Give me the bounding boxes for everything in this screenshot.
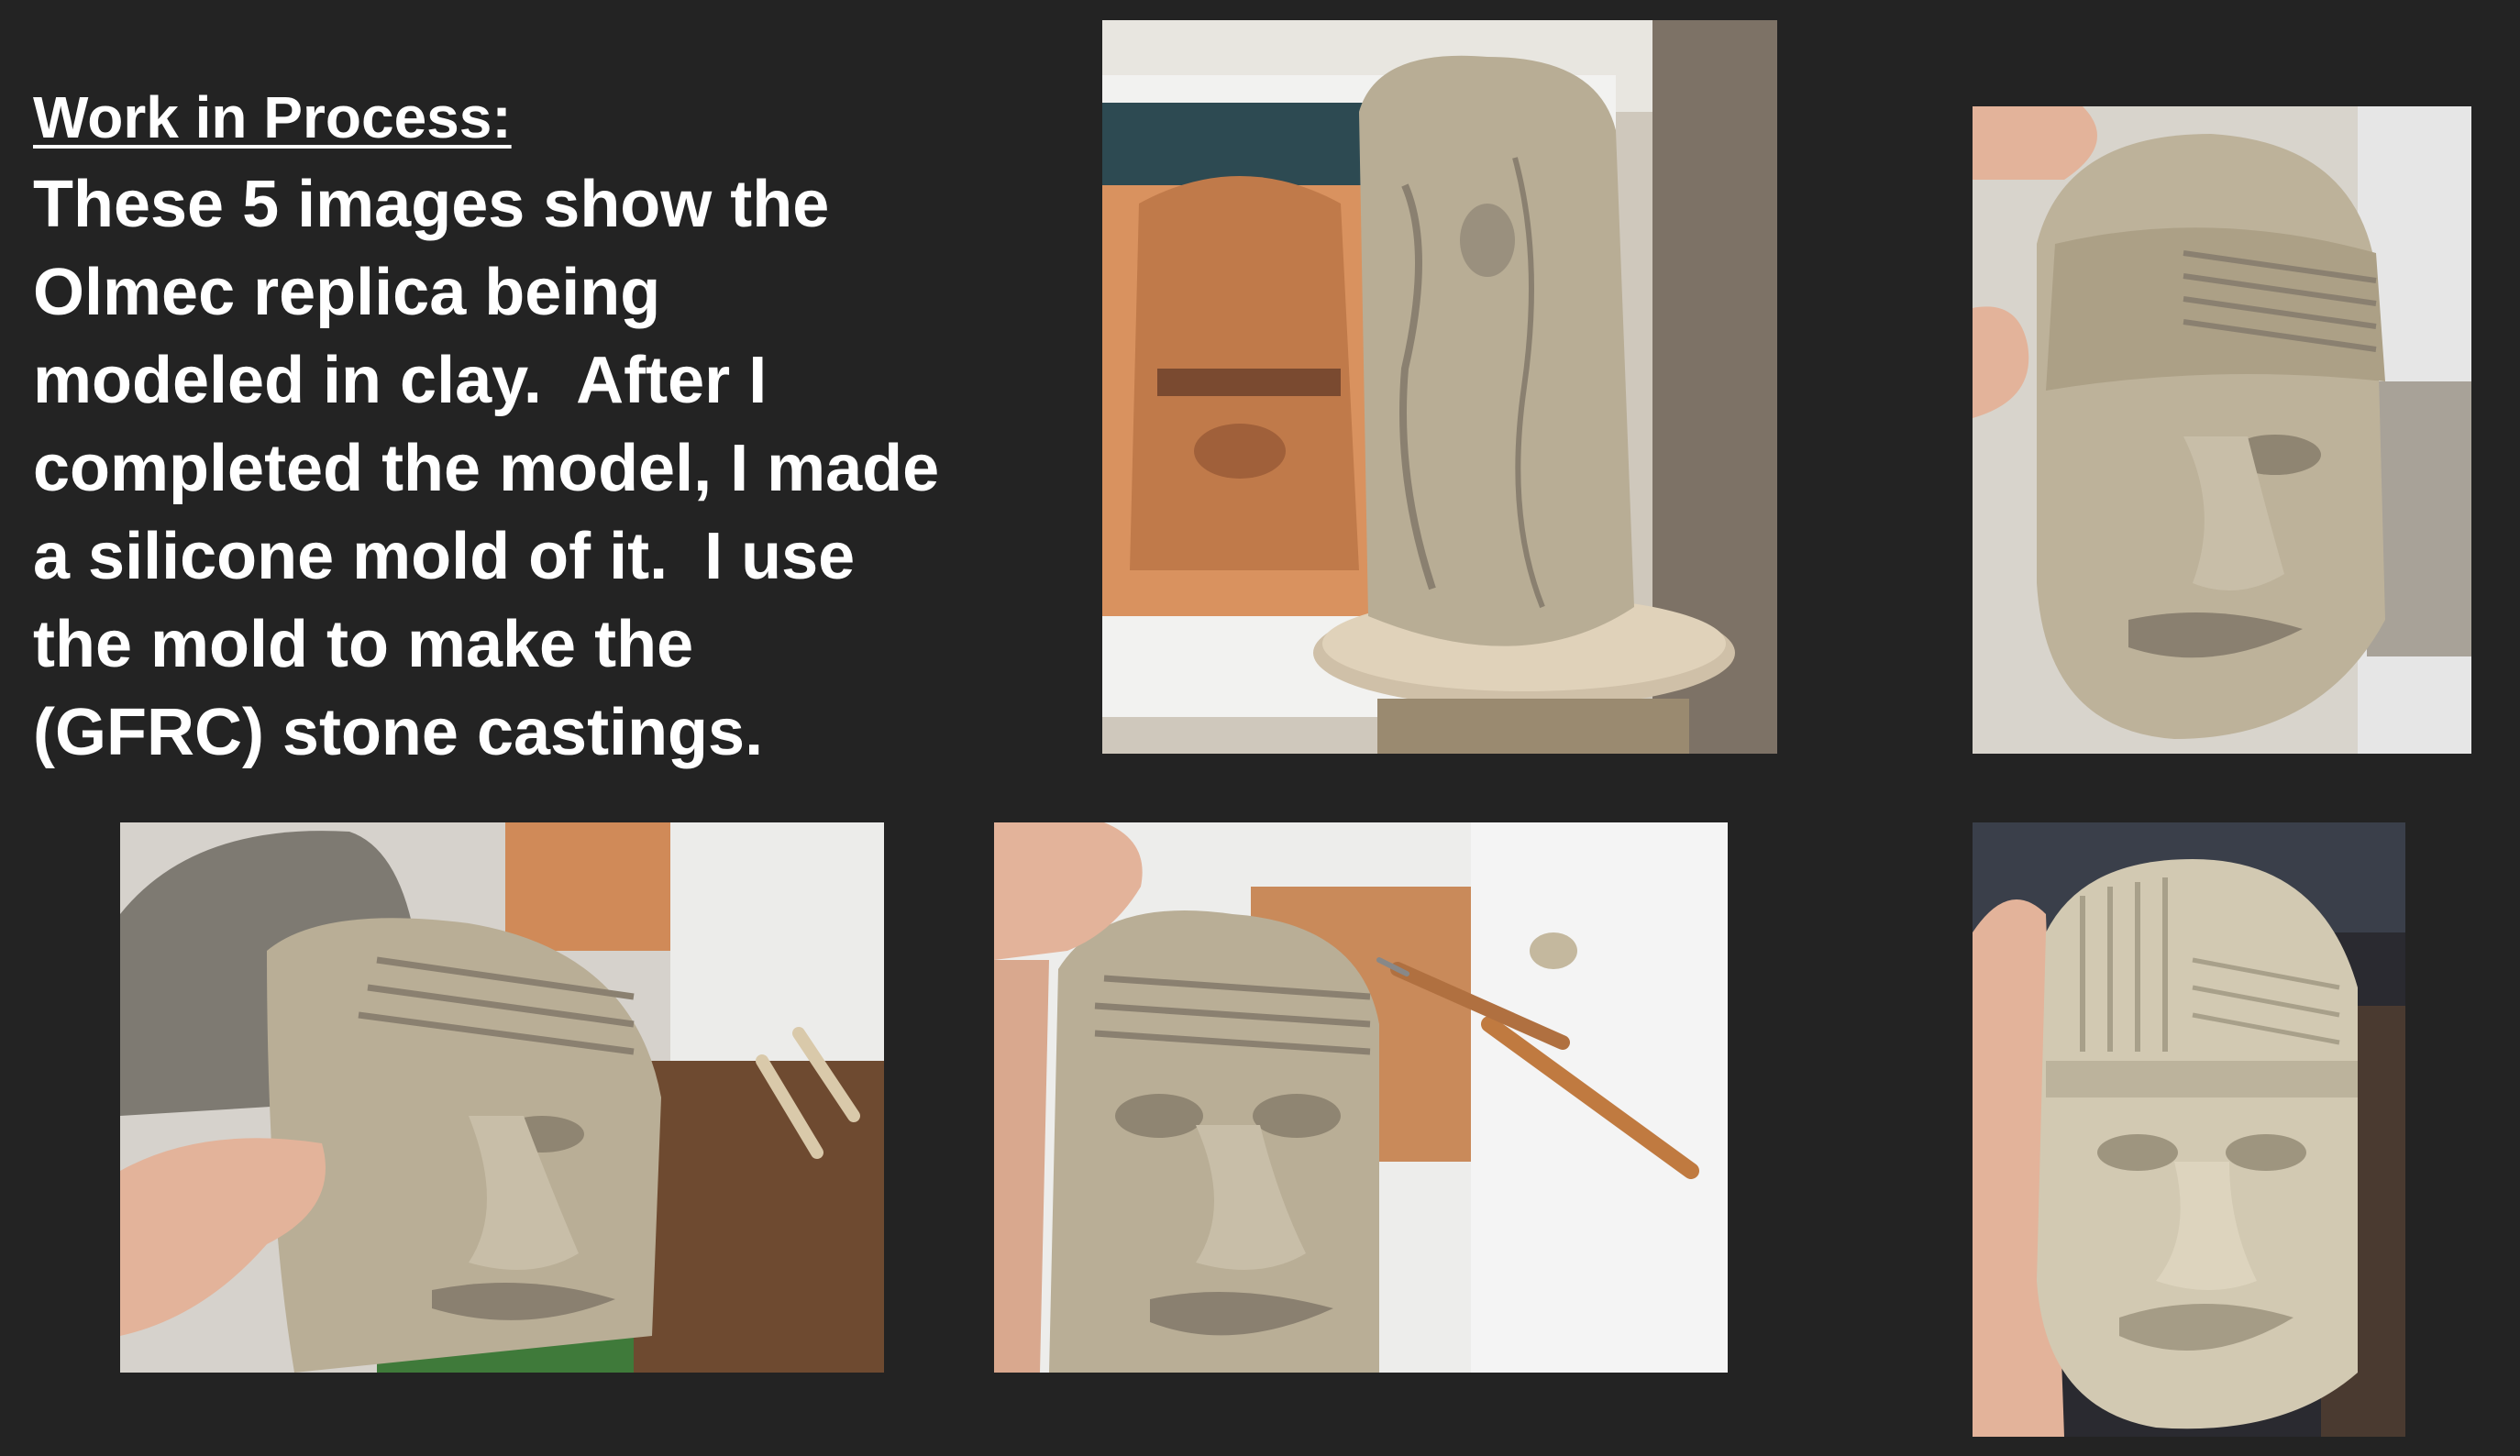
description-line: Olmec replica being — [33, 256, 661, 329]
photo-head-held-in-hand — [1973, 106, 2471, 754]
description-line: a silicone mold of it. I use — [33, 520, 856, 593]
photo-finished-stone-casting — [1973, 822, 2405, 1437]
description-line: the mold to make the — [33, 608, 694, 681]
photo-stone-casting-image — [1973, 822, 2405, 1437]
photo-head-detailing-image — [994, 822, 1728, 1373]
description-text: These 5 images show the Olmec replica be… — [33, 160, 939, 777]
slide: Work in Process: These 5 images show the… — [0, 0, 2520, 1456]
description-line: (GFRC) stone castings. — [33, 696, 764, 769]
description-line: completed the model, I made — [33, 432, 940, 505]
photo-clay-block-on-base — [1102, 20, 1777, 754]
photo-head-early-features-image — [120, 822, 884, 1373]
description-line: These 5 images show the — [33, 168, 830, 241]
photo-head-in-hand-image — [1973, 106, 2471, 754]
heading: Work in Process: — [33, 84, 512, 150]
photo-clay-block-image — [1102, 20, 1777, 754]
photo-head-early-features — [120, 822, 884, 1373]
description-line: modeled in clay. After I — [33, 344, 768, 417]
photo-head-detailing-with-tools — [994, 822, 1728, 1373]
